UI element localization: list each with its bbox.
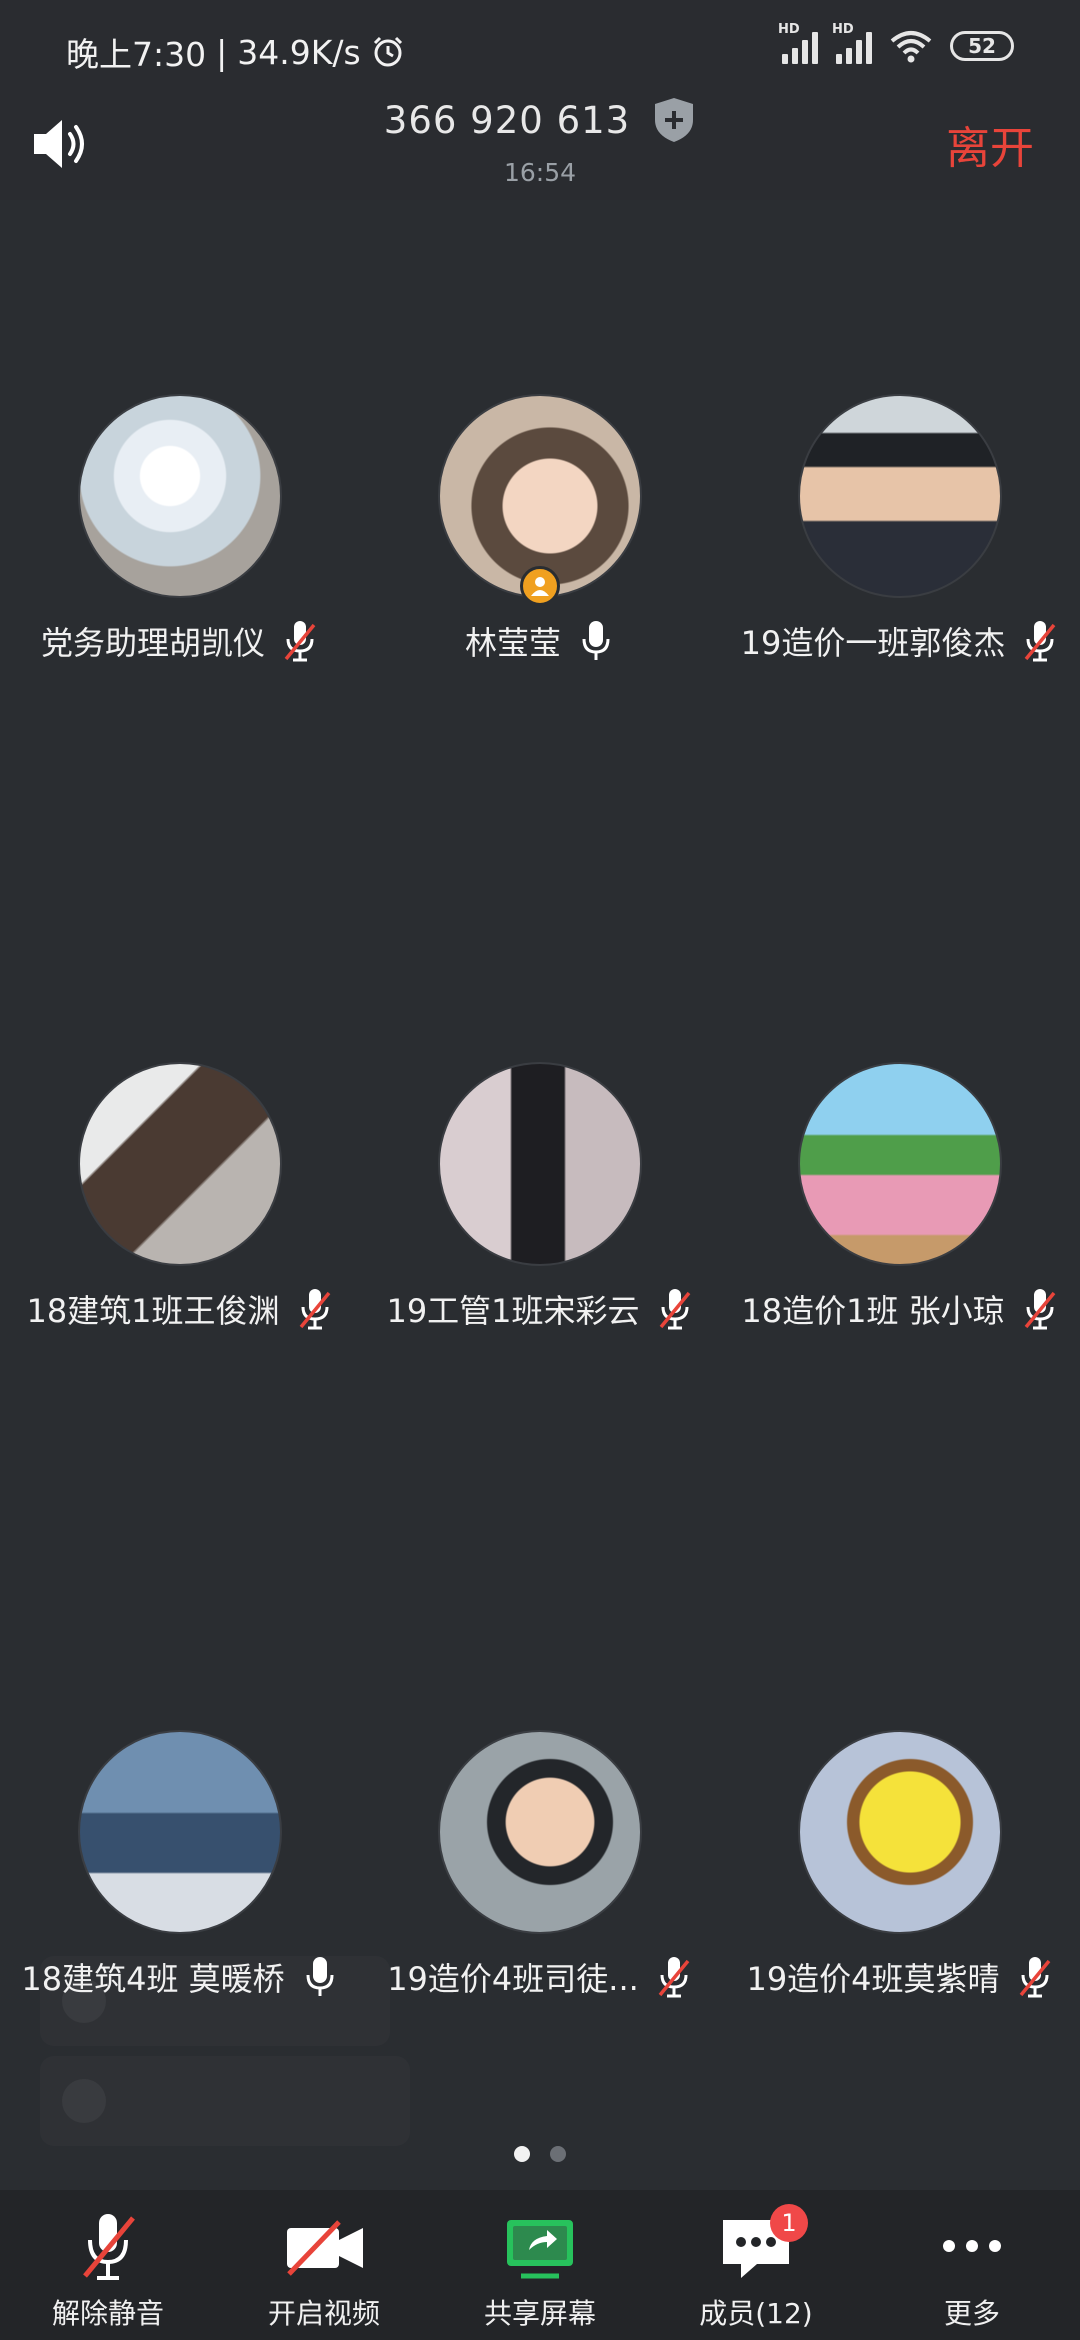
mic-muted-icon <box>299 1289 330 1330</box>
participant-tile[interactable]: 19造价4班司徒... <box>360 1730 720 2000</box>
mic-muted-icon <box>83 2214 135 2280</box>
page-dot-active[interactable] <box>514 2146 530 2162</box>
share-screen-icon <box>507 2220 573 2279</box>
status-time: 晚上7:30 <box>66 35 207 74</box>
participant-name: 18建筑1班王俊渊 <box>26 1292 280 1330</box>
more-icon <box>943 2240 1001 2252</box>
wifi-icon <box>890 31 932 63</box>
participant-avatar <box>798 394 1002 598</box>
participant-grid: 党务助理胡凯仪 林莹莹 19造价一班郭俊杰 18建筑1班王俊渊 19工管1班宋彩… <box>0 200 1080 2123</box>
network-speed: 34.9K/s <box>237 32 361 72</box>
mic-on-icon <box>582 621 610 660</box>
participant-name: 19造价4班莫紫晴 <box>746 1960 1000 1998</box>
participant-tile[interactable]: 19工管1班宋彩云 <box>360 1062 720 1332</box>
meeting-header: 366 920 613 16:54 离开 <box>0 90 1080 200</box>
meeting-duration: 16:54 <box>503 158 577 187</box>
meeting-id: 366 920 613 <box>383 98 631 142</box>
status-left: 晚上7:30 | 34.9K/s <box>66 28 405 76</box>
share-screen-label: 共享屏幕 <box>483 2297 596 2330</box>
participant-avatar <box>438 1062 642 1266</box>
mic-muted-icon <box>1025 621 1056 662</box>
bottom-toolbar: 解除静音 开启视频 共享屏幕 1 成员(12) 更多 <box>0 2190 1080 2340</box>
page-indicator[interactable] <box>0 2146 1080 2162</box>
start-video-label: 开启视频 <box>267 2297 380 2330</box>
more-button[interactable]: 更多 <box>864 2190 1080 2340</box>
start-video-button[interactable]: 开启视频 <box>216 2190 432 2340</box>
notification-ghost <box>40 2056 410 2146</box>
participant-tile[interactable]: 林莹莹 <box>360 394 720 664</box>
status-separator: | <box>216 32 228 72</box>
members-label: 成员(12) <box>699 2297 813 2330</box>
mic-muted-icon <box>659 1289 690 1330</box>
meeting-id-row[interactable]: 366 920 613 <box>0 96 1080 144</box>
participant-name: 党务助理胡凯仪 <box>40 624 265 662</box>
participant-name: 19造价一班郭俊杰 <box>740 624 1006 662</box>
mic-muted-icon <box>284 621 316 662</box>
participant-avatar <box>438 1730 642 1934</box>
battery-level: 52 <box>968 34 996 58</box>
participant-avatar <box>78 394 282 598</box>
shield-icon[interactable] <box>652 96 696 144</box>
participant-avatar <box>78 1730 282 1934</box>
participant-name: 18造价1班 张小琼 <box>741 1292 1005 1330</box>
video-off-icon <box>287 2220 363 2276</box>
hd-signal-icon: HD <box>832 22 872 64</box>
participant-avatar <box>78 1062 282 1266</box>
participant-name: 林莹莹 <box>464 624 561 662</box>
more-label: 更多 <box>943 2297 1000 2330</box>
mic-muted-icon <box>1019 1957 1050 1998</box>
hd-signal-icon: HD <box>778 22 818 64</box>
page-dot[interactable] <box>550 2146 566 2162</box>
participant-tile[interactable]: 19造价4班莫紫晴 <box>720 1730 1080 2000</box>
mic-muted-icon <box>1024 1289 1055 1330</box>
unmute-button[interactable]: 解除静音 <box>0 2190 216 2340</box>
participant-name: 19工管1班宋彩云 <box>386 1292 640 1330</box>
share-screen-button[interactable]: 共享屏幕 <box>432 2190 648 2340</box>
alarm-icon <box>373 36 402 67</box>
participant-tile[interactable]: 18造价1班 张小琼 <box>720 1062 1080 1332</box>
status-bar: 晚上7:30 | 34.9K/s HD HD 52 <box>0 0 1080 90</box>
participant-tile[interactable]: 党务助理胡凯仪 <box>0 394 360 664</box>
members-badge: 1 <box>770 2204 808 2242</box>
notification-ghost <box>40 1956 390 2046</box>
mic-muted-icon <box>658 1957 690 1998</box>
members-button[interactable]: 1 成员(12) <box>648 2190 864 2340</box>
host-badge-icon <box>520 566 560 606</box>
participant-avatar <box>798 1730 1002 1934</box>
leave-button[interactable]: 离开 <box>946 112 1034 176</box>
participant-avatar <box>798 1062 1002 1266</box>
status-right: HD HD 52 <box>778 22 1014 64</box>
participant-name: 19造价4班司徒... <box>387 1960 639 1998</box>
unmute-label: 解除静音 <box>51 2297 164 2330</box>
participant-tile[interactable]: 18建筑1班王俊渊 <box>0 1062 360 1332</box>
participant-tile[interactable]: 19造价一班郭俊杰 <box>720 394 1080 664</box>
battery-icon: 52 <box>950 31 1014 61</box>
